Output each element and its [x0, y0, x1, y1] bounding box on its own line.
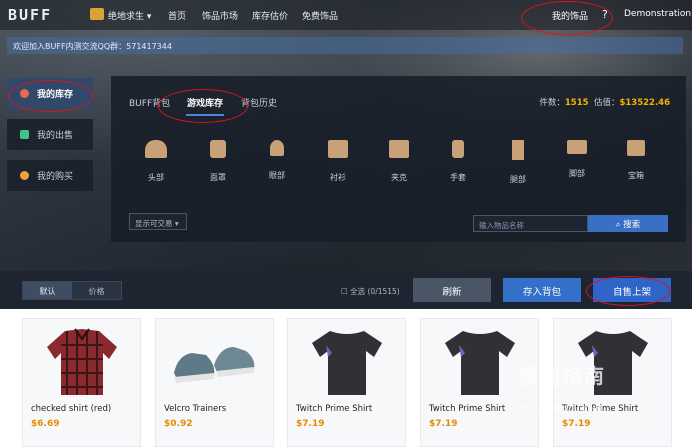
- refresh-button[interactable]: 刷新: [413, 278, 491, 302]
- sidebar: 我的库存 我的出售 我的购买: [7, 76, 93, 204]
- pants-icon: [512, 140, 524, 160]
- deposit-button[interactable]: 存入背包: [503, 278, 581, 302]
- category-jacket[interactable]: 夹克: [374, 140, 424, 183]
- sidebar-item-label: 我的出售: [37, 131, 74, 141]
- search-input[interactable]: 输入物品名称: [473, 215, 588, 232]
- pubg-game-icon: [90, 8, 104, 20]
- nav-free-items[interactable]: 免费饰品: [302, 9, 338, 22]
- category-legs[interactable]: 腿部: [493, 140, 543, 185]
- item-price: $7.19: [429, 419, 458, 429]
- category-mask[interactable]: 面罩: [193, 140, 243, 183]
- tradable-filter-select[interactable]: 显示可交易 ▾: [129, 213, 187, 230]
- category-eyes[interactable]: 眼部: [252, 140, 302, 181]
- nav-market[interactable]: 饰品市场: [202, 9, 238, 22]
- category-shirt[interactable]: 衬衫: [313, 140, 363, 183]
- tshirt-image: [445, 331, 515, 395]
- item-card[interactable]: Velcro Trainers $0.92: [155, 318, 274, 447]
- help-icon[interactable]: ?: [602, 8, 608, 21]
- category-head[interactable]: 头部: [131, 140, 181, 183]
- shirt-icon: [328, 140, 348, 158]
- plaid-shirt-image: [47, 328, 117, 395]
- tshirt-image: [312, 331, 382, 395]
- item-card[interactable]: Twitch Prime Shirt $7.19: [287, 318, 406, 447]
- gem-icon: [20, 130, 29, 139]
- search-button[interactable]: ⌕ 搜索: [588, 215, 668, 232]
- action-toolbar: 默认 价格 ☐ 全选 (0/1515) 刷新 存入背包 自售上架: [0, 271, 692, 309]
- crate-icon: [627, 140, 645, 156]
- category-feet[interactable]: 脚部: [552, 140, 602, 179]
- item-price: $7.19: [562, 419, 591, 429]
- bag-icon: [20, 171, 29, 180]
- game-selector[interactable]: 绝地求生 ▾: [108, 9, 151, 22]
- sell-button[interactable]: 自售上架: [593, 278, 671, 302]
- item-card[interactable]: checked shirt (red) $6.69: [22, 318, 141, 447]
- watermark: 搜狗指南: [518, 364, 606, 388]
- category-gloves[interactable]: 手套: [433, 140, 483, 183]
- item-name: Twitch Prime Shirt: [296, 404, 373, 414]
- nav-inventory-valuation[interactable]: 库存估价: [252, 9, 288, 22]
- buff-logo[interactable]: BUFF: [8, 6, 52, 24]
- top-nav: BUFF 绝地求生 ▾ 首页 饰品市场 库存估价 免费饰品 我的饰品 ? Dem…: [0, 0, 692, 30]
- item-name: Velcro Trainers: [164, 404, 227, 414]
- category-crate[interactable]: 宝箱: [611, 140, 661, 181]
- item-price: $7.19: [296, 419, 325, 429]
- item-price: $6.69: [31, 419, 60, 429]
- sort-price-button[interactable]: 价格: [72, 282, 121, 299]
- mask-icon: [210, 140, 226, 158]
- tab-buff-backpack[interactable]: BUFF背包: [129, 96, 170, 109]
- tab-game-inventory[interactable]: 游戏库存: [187, 96, 223, 109]
- item-name: Twitch Prime Shirt: [429, 404, 506, 414]
- boot-icon: [567, 140, 587, 154]
- tab-backpack-history[interactable]: 背包历史: [241, 96, 277, 109]
- jacket-icon: [389, 140, 409, 158]
- inventory-stats: 件数：1515 估值：$13522.46: [539, 98, 670, 108]
- inventory-value: $13522.46: [619, 98, 670, 108]
- sidebar-item-selling[interactable]: 我的出售: [7, 119, 93, 150]
- item-price: $0.92: [164, 419, 193, 429]
- search-icon: ⌕: [615, 220, 621, 230]
- sort-group: 默认 价格: [22, 281, 122, 300]
- active-tab-indicator: [186, 114, 224, 116]
- watermark-url: zhinan.sogou.com: [520, 404, 602, 414]
- sidebar-item-label: 我的库存: [37, 90, 74, 100]
- sidebar-item-buying[interactable]: 我的购买: [7, 160, 93, 191]
- user-menu[interactable]: Demonstration: [624, 9, 691, 19]
- nav-home[interactable]: 首页: [168, 9, 186, 22]
- sneakers-image: [174, 347, 255, 383]
- inventory-panel: BUFF背包 游戏库存 背包历史 件数：1515 估值：$13522.46 头部…: [111, 76, 686, 242]
- glove-icon: [452, 140, 464, 158]
- backpack-icon: [20, 89, 29, 98]
- item-count: 1515: [564, 98, 589, 108]
- eyewear-icon: [270, 140, 284, 156]
- nav-my-items[interactable]: 我的饰品: [552, 9, 588, 22]
- sidebar-item-label: 我的购买: [37, 172, 74, 182]
- notice-bar: 欢迎加入BUFF内测交流QQ群：571417344: [7, 37, 683, 54]
- cap-icon: [145, 140, 167, 158]
- item-name: checked shirt (red): [31, 404, 112, 414]
- sort-default-button[interactable]: 默认: [23, 282, 72, 299]
- sidebar-item-inventory[interactable]: 我的库存: [7, 78, 93, 109]
- select-all-checkbox[interactable]: ☐ 全选 (0/1515): [341, 286, 400, 297]
